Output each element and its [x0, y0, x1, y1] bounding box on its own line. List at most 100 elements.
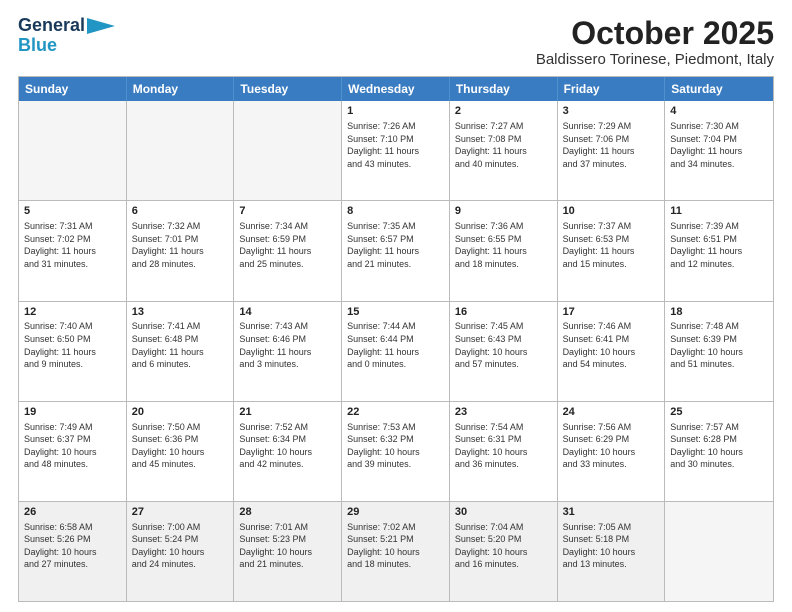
day-info: Sunrise: 7:54 AM Sunset: 6:31 PM Dayligh… [455, 421, 552, 471]
day-number: 16 [455, 305, 552, 320]
day-number: 11 [670, 204, 768, 219]
calendar-cell: 16Sunrise: 7:45 AM Sunset: 6:43 PM Dayli… [450, 302, 558, 401]
day-info: Sunrise: 7:36 AM Sunset: 6:55 PM Dayligh… [455, 220, 552, 270]
day-info: Sunrise: 7:35 AM Sunset: 6:57 PM Dayligh… [347, 220, 444, 270]
page: General Blue October 2025 Baldissero Tor… [0, 0, 792, 612]
day-number: 19 [24, 405, 121, 420]
day-info: Sunrise: 7:48 AM Sunset: 6:39 PM Dayligh… [670, 320, 768, 370]
calendar-cell: 7Sunrise: 7:34 AM Sunset: 6:59 PM Daylig… [234, 201, 342, 300]
title-block: October 2025 Baldissero Torinese, Piedmo… [536, 16, 774, 68]
calendar-cell: 11Sunrise: 7:39 AM Sunset: 6:51 PM Dayli… [665, 201, 773, 300]
day-number: 24 [563, 405, 660, 420]
calendar-cell: 28Sunrise: 7:01 AM Sunset: 5:23 PM Dayli… [234, 502, 342, 601]
day-number: 2 [455, 104, 552, 119]
calendar-cell: 23Sunrise: 7:54 AM Sunset: 6:31 PM Dayli… [450, 402, 558, 501]
day-info: Sunrise: 7:29 AM Sunset: 7:06 PM Dayligh… [563, 120, 660, 170]
calendar-cell: 20Sunrise: 7:50 AM Sunset: 6:36 PM Dayli… [127, 402, 235, 501]
calendar-cell: 21Sunrise: 7:52 AM Sunset: 6:34 PM Dayli… [234, 402, 342, 501]
day-number: 4 [670, 104, 768, 119]
day-number: 8 [347, 204, 444, 219]
day-number: 22 [347, 405, 444, 420]
day-info: Sunrise: 7:43 AM Sunset: 6:46 PM Dayligh… [239, 320, 336, 370]
day-info: Sunrise: 7:00 AM Sunset: 5:24 PM Dayligh… [132, 521, 229, 571]
day-number: 27 [132, 505, 229, 520]
calendar-cell: 27Sunrise: 7:00 AM Sunset: 5:24 PM Dayli… [127, 502, 235, 601]
day-number: 29 [347, 505, 444, 520]
month-title: October 2025 [536, 16, 774, 51]
day-info: Sunrise: 7:45 AM Sunset: 6:43 PM Dayligh… [455, 320, 552, 370]
day-number: 7 [239, 204, 336, 219]
header-tuesday: Tuesday [234, 77, 342, 101]
day-number: 9 [455, 204, 552, 219]
day-info: Sunrise: 7:49 AM Sunset: 6:37 PM Dayligh… [24, 421, 121, 471]
calendar-week-1: 1Sunrise: 7:26 AM Sunset: 7:10 PM Daylig… [19, 101, 773, 200]
calendar-cell: 24Sunrise: 7:56 AM Sunset: 6:29 PM Dayli… [558, 402, 666, 501]
calendar-cell: 8Sunrise: 7:35 AM Sunset: 6:57 PM Daylig… [342, 201, 450, 300]
header-wednesday: Wednesday [342, 77, 450, 101]
day-info: Sunrise: 7:01 AM Sunset: 5:23 PM Dayligh… [239, 521, 336, 571]
logo-blue: Blue [18, 36, 57, 56]
day-number: 18 [670, 305, 768, 320]
day-number: 12 [24, 305, 121, 320]
logo: General Blue [18, 16, 115, 56]
day-number: 15 [347, 305, 444, 320]
day-info: Sunrise: 7:56 AM Sunset: 6:29 PM Dayligh… [563, 421, 660, 471]
day-info: Sunrise: 7:05 AM Sunset: 5:18 PM Dayligh… [563, 521, 660, 571]
day-info: Sunrise: 7:02 AM Sunset: 5:21 PM Dayligh… [347, 521, 444, 571]
calendar-cell: 14Sunrise: 7:43 AM Sunset: 6:46 PM Dayli… [234, 302, 342, 401]
calendar-week-5: 26Sunrise: 6:58 AM Sunset: 5:26 PM Dayli… [19, 501, 773, 601]
calendar-week-2: 5Sunrise: 7:31 AM Sunset: 7:02 PM Daylig… [19, 200, 773, 300]
day-number: 1 [347, 104, 444, 119]
day-info: Sunrise: 7:27 AM Sunset: 7:08 PM Dayligh… [455, 120, 552, 170]
calendar-cell: 19Sunrise: 7:49 AM Sunset: 6:37 PM Dayli… [19, 402, 127, 501]
day-number: 25 [670, 405, 768, 420]
header-friday: Friday [558, 77, 666, 101]
calendar-cell: 2Sunrise: 7:27 AM Sunset: 7:08 PM Daylig… [450, 101, 558, 200]
calendar-week-3: 12Sunrise: 7:40 AM Sunset: 6:50 PM Dayli… [19, 301, 773, 401]
day-number: 6 [132, 204, 229, 219]
calendar-header: Sunday Monday Tuesday Wednesday Thursday… [19, 77, 773, 101]
day-number: 28 [239, 505, 336, 520]
day-number: 26 [24, 505, 121, 520]
day-info: Sunrise: 7:44 AM Sunset: 6:44 PM Dayligh… [347, 320, 444, 370]
day-number: 21 [239, 405, 336, 420]
logo-general: General [18, 16, 85, 36]
day-number: 23 [455, 405, 552, 420]
calendar-cell: 4Sunrise: 7:30 AM Sunset: 7:04 PM Daylig… [665, 101, 773, 200]
calendar-cell: 13Sunrise: 7:41 AM Sunset: 6:48 PM Dayli… [127, 302, 235, 401]
day-info: Sunrise: 7:52 AM Sunset: 6:34 PM Dayligh… [239, 421, 336, 471]
calendar-cell [127, 101, 235, 200]
day-info: Sunrise: 7:41 AM Sunset: 6:48 PM Dayligh… [132, 320, 229, 370]
day-info: Sunrise: 6:58 AM Sunset: 5:26 PM Dayligh… [24, 521, 121, 571]
header-thursday: Thursday [450, 77, 558, 101]
day-info: Sunrise: 7:57 AM Sunset: 6:28 PM Dayligh… [670, 421, 768, 471]
day-info: Sunrise: 7:40 AM Sunset: 6:50 PM Dayligh… [24, 320, 121, 370]
logo-flag-icon [87, 18, 115, 34]
calendar-cell: 25Sunrise: 7:57 AM Sunset: 6:28 PM Dayli… [665, 402, 773, 501]
day-number: 31 [563, 505, 660, 520]
header-sunday: Sunday [19, 77, 127, 101]
calendar-cell: 17Sunrise: 7:46 AM Sunset: 6:41 PM Dayli… [558, 302, 666, 401]
day-info: Sunrise: 7:53 AM Sunset: 6:32 PM Dayligh… [347, 421, 444, 471]
day-info: Sunrise: 7:30 AM Sunset: 7:04 PM Dayligh… [670, 120, 768, 170]
calendar-cell: 31Sunrise: 7:05 AM Sunset: 5:18 PM Dayli… [558, 502, 666, 601]
calendar-cell: 26Sunrise: 6:58 AM Sunset: 5:26 PM Dayli… [19, 502, 127, 601]
calendar-cell: 15Sunrise: 7:44 AM Sunset: 6:44 PM Dayli… [342, 302, 450, 401]
calendar-cell: 10Sunrise: 7:37 AM Sunset: 6:53 PM Dayli… [558, 201, 666, 300]
calendar-cell: 9Sunrise: 7:36 AM Sunset: 6:55 PM Daylig… [450, 201, 558, 300]
calendar-cell [234, 101, 342, 200]
calendar-cell: 30Sunrise: 7:04 AM Sunset: 5:20 PM Dayli… [450, 502, 558, 601]
calendar-cell: 18Sunrise: 7:48 AM Sunset: 6:39 PM Dayli… [665, 302, 773, 401]
calendar-body: 1Sunrise: 7:26 AM Sunset: 7:10 PM Daylig… [19, 101, 773, 601]
calendar-cell: 6Sunrise: 7:32 AM Sunset: 7:01 PM Daylig… [127, 201, 235, 300]
calendar-cell [19, 101, 127, 200]
day-info: Sunrise: 7:39 AM Sunset: 6:51 PM Dayligh… [670, 220, 768, 270]
location-title: Baldissero Torinese, Piedmont, Italy [536, 51, 774, 68]
day-info: Sunrise: 7:31 AM Sunset: 7:02 PM Dayligh… [24, 220, 121, 270]
day-info: Sunrise: 7:04 AM Sunset: 5:20 PM Dayligh… [455, 521, 552, 571]
calendar-cell: 29Sunrise: 7:02 AM Sunset: 5:21 PM Dayli… [342, 502, 450, 601]
day-info: Sunrise: 7:34 AM Sunset: 6:59 PM Dayligh… [239, 220, 336, 270]
calendar-cell: 12Sunrise: 7:40 AM Sunset: 6:50 PM Dayli… [19, 302, 127, 401]
calendar-cell [665, 502, 773, 601]
day-number: 5 [24, 204, 121, 219]
